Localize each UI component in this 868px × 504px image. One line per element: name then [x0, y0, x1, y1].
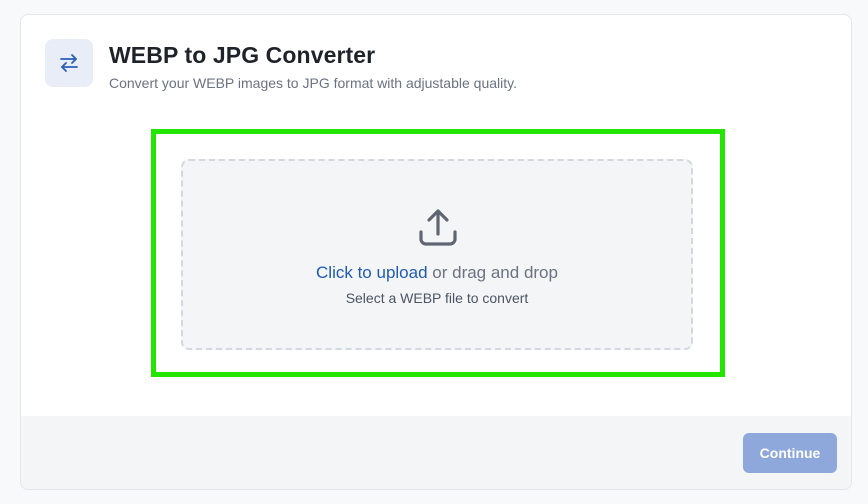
upload-icon	[419, 209, 457, 246]
swap-arrows-icon	[45, 39, 93, 87]
file-dropzone[interactable]: Click to upload or drag and drop Select …	[181, 159, 693, 350]
dropzone-hint: Select a WEBP file to convert	[345, 290, 529, 306]
page-title: WEBP to JPG Converter	[109, 42, 376, 68]
click-to-upload-link[interactable]: Click to upload	[316, 263, 428, 282]
converter-card: WEBP to JPG Converter Convert your WEBP …	[20, 14, 852, 490]
page-subtitle: Convert your WEBP images to JPG format w…	[109, 75, 517, 91]
card-footer: Continue	[21, 416, 851, 489]
drag-drop-text: or drag and drop	[427, 263, 558, 282]
dropzone-instructions: Click to upload or drag and drop	[183, 263, 691, 283]
continue-button[interactable]: Continue	[743, 433, 837, 473]
